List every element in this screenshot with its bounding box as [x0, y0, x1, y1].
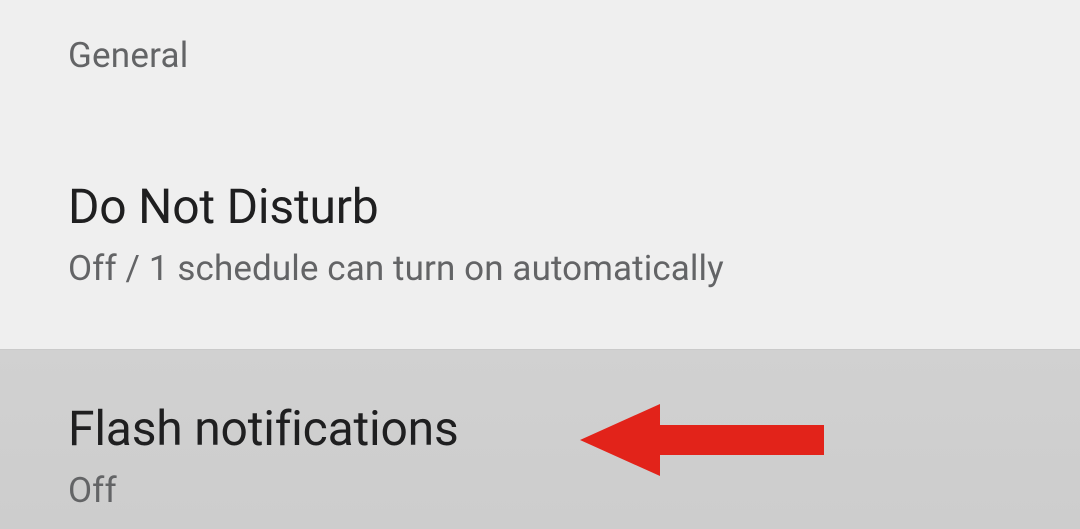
setting-flash-notifications[interactable]: Flash notifications Off: [0, 349, 1080, 529]
setting-subtitle-dnd: Off / 1 schedule can turn on automatical…: [68, 248, 1080, 289]
setting-title-dnd: Do Not Disturb: [68, 179, 1080, 234]
setting-do-not-disturb[interactable]: Do Not Disturb Off / 1 schedule can turn…: [0, 76, 1080, 349]
section-header-general: General: [0, 0, 1080, 76]
setting-subtitle-flash: Off: [68, 470, 1080, 511]
settings-page: General Do Not Disturb Off / 1 schedule …: [0, 0, 1080, 529]
setting-title-flash: Flash notifications: [68, 401, 1080, 456]
